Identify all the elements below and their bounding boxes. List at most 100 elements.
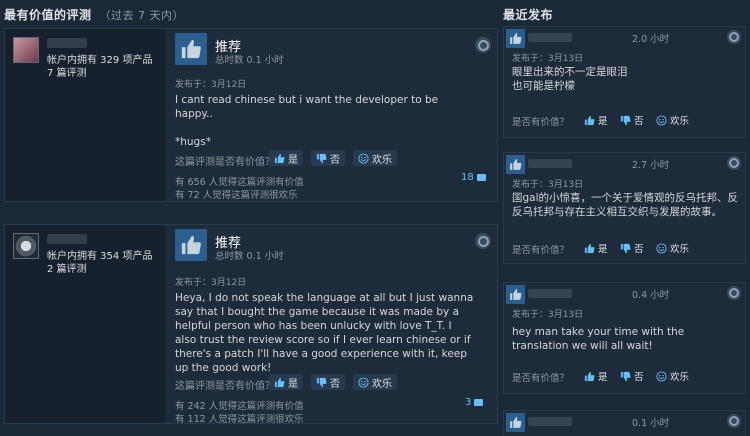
smiley-icon — [358, 376, 369, 388]
vote-yes-button[interactable]: 是 — [584, 241, 608, 255]
username-blurred[interactable] — [528, 417, 572, 426]
yes-label: 是 — [288, 154, 298, 166]
post-date: 发布于：3月13日 — [512, 310, 584, 320]
steam-logo-icon — [475, 37, 491, 53]
post-date: 发布于：3月12日 — [175, 278, 247, 288]
playtime: 0.4 小时 — [632, 290, 670, 301]
recent-review-card: 2.0 小时 发布于：3月13日 眼里出来的不一定是眼泪 也可能是柠檬 是否有价… — [503, 26, 746, 138]
steam-logo-icon — [727, 286, 741, 300]
vote-funny-button[interactable]: 欢乐 — [656, 369, 689, 383]
steam-logo-icon — [727, 156, 741, 170]
thumbs-up-icon — [175, 229, 207, 261]
funny-label: 欢乐 — [670, 116, 690, 127]
steam-logo-icon — [727, 30, 741, 44]
smiley-icon — [656, 370, 667, 382]
username-blurred[interactable] — [47, 38, 87, 48]
review-count[interactable]: 2 篇评测 — [47, 260, 87, 275]
yes-label: 是 — [598, 372, 608, 383]
steam-logo-icon — [475, 233, 491, 249]
header-range: （过去 7 天内） — [99, 9, 185, 22]
smiley-icon — [656, 242, 667, 254]
playtime: 2.0 小时 — [632, 34, 670, 45]
post-date: 发布于：3月13日 — [512, 54, 584, 64]
helpful-stat: 有 242 人觉得这篇评测有价值 — [175, 401, 304, 412]
funny-label: 欢乐 — [670, 372, 690, 383]
comment-count[interactable]: 3 — [465, 397, 483, 408]
review-count[interactable]: 7 篇评测 — [47, 64, 87, 79]
vote-yes-button[interactable]: 是 — [584, 369, 608, 383]
vote-no-button[interactable]: 否 — [620, 369, 644, 383]
recent-review-card: 0.1 小时 — [503, 410, 746, 436]
thumbs-up-icon — [175, 33, 207, 65]
comment-count-value: 3 — [465, 397, 472, 408]
post-date: 发布于：3月12日 — [175, 80, 247, 90]
username-blurred[interactable] — [528, 33, 572, 42]
funny-stat: 有 112 人觉得这篇评测很欢乐 — [175, 414, 304, 425]
review-text: hey man take your time with the translat… — [512, 326, 685, 352]
vote-yes-button[interactable]: 是 — [269, 374, 303, 390]
vote-no-button[interactable]: 否 — [620, 241, 644, 255]
vote-funny-button[interactable]: 欢乐 — [656, 113, 689, 127]
thumbs-up-icon — [274, 377, 285, 387]
thumbs-up-icon — [584, 243, 595, 253]
playtime: 2.7 小时 — [632, 160, 670, 171]
no-label: 否 — [634, 244, 644, 255]
no-label: 否 — [330, 154, 340, 166]
thumbs-down-icon — [316, 153, 327, 163]
post-date: 发布于：3月13日 — [512, 180, 584, 190]
no-label: 否 — [330, 378, 340, 390]
review-text: 国gal的小惊喜，一个关于爱情观的反乌托邦、反反乌托邦与存在主义相互交织与发展的… — [512, 192, 739, 218]
author-panel: 帐户内拥有 329 项产品 7 篇评测 — [5, 29, 165, 201]
funny-label: 欢乐 — [372, 378, 392, 390]
thumbs-down-icon — [620, 243, 631, 253]
author-panel: 帐户内拥有 354 项产品 2 篇评测 — [5, 225, 165, 423]
thumbs-up-icon — [584, 115, 595, 125]
recent-review-card: 2.7 小时 发布于：3月13日 国gal的小惊喜，一个关于爱情观的反乌托邦、反… — [503, 152, 746, 264]
thumbs-up-icon — [506, 29, 525, 48]
thumbs-down-icon — [620, 371, 631, 381]
review-card: 帐户内拥有 329 项产品 7 篇评测 推荐 总时数 0.1 小时 发布于：3月… — [4, 28, 498, 202]
vote-no-button[interactable]: 否 — [311, 374, 345, 390]
vote-yes-button[interactable]: 是 — [269, 150, 303, 166]
vote-funny-button[interactable]: 欢乐 — [353, 374, 397, 390]
username-blurred[interactable] — [528, 159, 572, 168]
most-helpful-header: 最有价值的评测 （过去 7 天内） — [4, 6, 184, 23]
no-label: 否 — [634, 116, 644, 127]
smiley-icon — [358, 152, 369, 164]
avatar[interactable] — [13, 233, 39, 259]
review-text: I cant read chinese but i want the devel… — [175, 94, 439, 148]
smiley-icon — [656, 114, 667, 126]
review-text: 眼里出来的不一定是眼泪 也可能是柠檬 — [512, 66, 628, 92]
steam-logo-icon — [727, 414, 741, 428]
vote-no-button[interactable]: 否 — [311, 150, 345, 166]
thumbs-up-icon — [584, 371, 595, 381]
review-text: Heya, I do not speak the language at all… — [175, 292, 477, 374]
vote-no-button[interactable]: 否 — [620, 113, 644, 127]
thumbs-up-icon — [506, 413, 525, 432]
comment-count-value: 18 — [461, 172, 474, 183]
comment-count[interactable]: 18 — [461, 172, 486, 183]
review-card: 帐户内拥有 354 项产品 2 篇评测 推荐 总时数 0.1 小时 发布于：3月… — [4, 224, 498, 425]
vote-yes-button[interactable]: 是 — [584, 113, 608, 127]
yes-label: 是 — [598, 244, 608, 255]
vote-funny-button[interactable]: 欢乐 — [353, 150, 397, 166]
funny-stat: 有 72 人觉得这篇评测很欢乐 — [175, 190, 298, 201]
helpful-question: 是否有价值？ — [512, 373, 570, 384]
vote-funny-button[interactable]: 欢乐 — [656, 241, 689, 255]
thumbs-up-icon — [274, 153, 285, 163]
no-label: 否 — [634, 372, 644, 383]
helpful-question: 是否有价值？ — [512, 117, 570, 128]
helpful-stat: 有 656 人觉得这篇评测有价值 — [175, 177, 304, 188]
playtime: 总时数 0.1 小时 — [215, 251, 284, 262]
funny-label: 欢乐 — [372, 154, 392, 166]
helpful-question: 是否有价值？ — [512, 245, 570, 256]
thumbs-down-icon — [316, 377, 327, 387]
helpful-question: 这篇评测是否有价值？ — [175, 381, 275, 392]
username-blurred[interactable] — [528, 289, 572, 298]
funny-label: 欢乐 — [670, 244, 690, 255]
yes-label: 是 — [288, 378, 298, 390]
avatar[interactable] — [13, 37, 39, 63]
username-blurred[interactable] — [47, 234, 87, 244]
helpful-question: 这篇评测是否有价值？ — [175, 157, 275, 168]
recent-header: 最近发布 — [503, 8, 554, 22]
